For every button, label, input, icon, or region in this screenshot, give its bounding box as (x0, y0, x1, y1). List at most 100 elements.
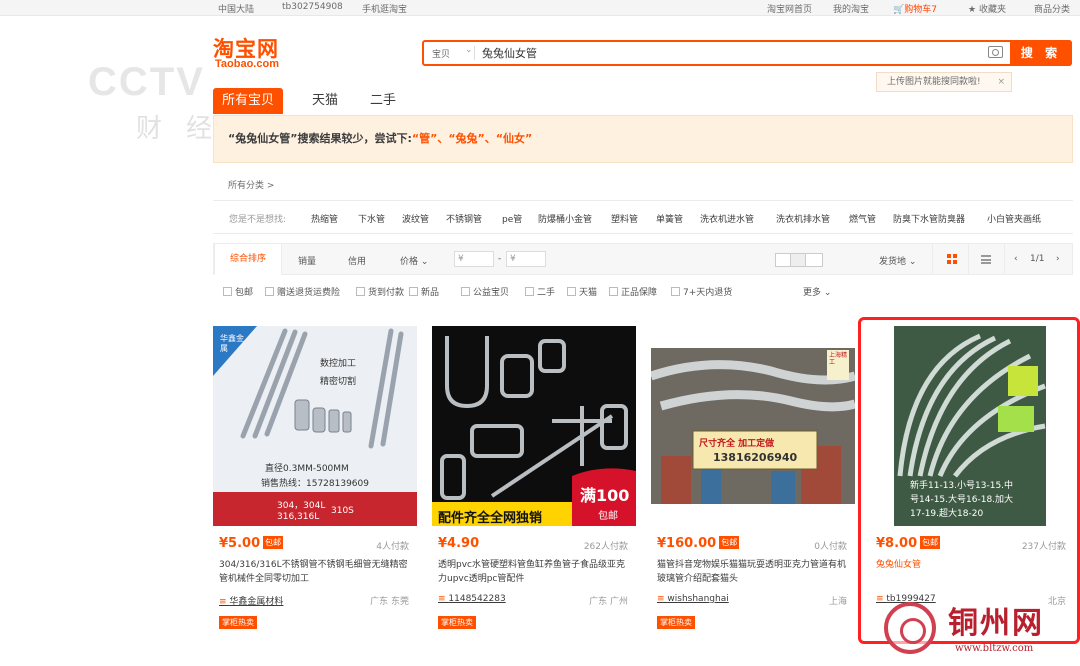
related-keyword[interactable]: 热缩管 (311, 212, 338, 225)
related-keyword[interactable]: 单簧管 (656, 212, 683, 225)
page-indicator: 1/1 (1030, 254, 1045, 264)
cart-link[interactable]: 🛒购物车7 (893, 2, 937, 15)
list-view-icon[interactable] (981, 255, 991, 264)
related-keyword[interactable]: 塑料管 (611, 212, 638, 225)
related-keyword[interactable]: 下水管 (358, 212, 385, 225)
location: 上海 (828, 597, 847, 607)
checkbox[interactable] (265, 287, 274, 296)
filter-charity[interactable]: 公益宝贝 (461, 285, 509, 298)
brand-label: 华鑫金属 (220, 334, 244, 353)
filter-label: 新品 (421, 288, 440, 298)
filter-more[interactable]: 更多 ⌄ (803, 285, 831, 298)
chevron-down-icon: ⌄ (906, 257, 917, 267)
product-title[interactable]: 304/316/316L不锈钢管不锈钢毛细管无缝精密管机械件全同零切加工 (219, 558, 413, 586)
taobao-logo-sub: Taobao.com (215, 58, 279, 70)
search-box: 宝贝 ⌄ (422, 40, 1072, 66)
checkbox[interactable] (609, 287, 618, 296)
filter-free-shipping[interactable]: 包邮 (223, 285, 253, 298)
categories-link[interactable]: 商品分类 (1034, 2, 1070, 15)
filter-7day-return[interactable]: 7+天内退货 (671, 285, 732, 298)
checkbox[interactable] (223, 287, 232, 296)
banner-text: 配件齐全全网独销 (438, 511, 543, 526)
filter-tmall[interactable]: 天猫 (567, 285, 597, 298)
related-keyword[interactable]: 不锈钢管 (446, 212, 482, 225)
taobao-home-link[interactable]: 淘宝网首页 (767, 2, 812, 15)
shop-link[interactable]: 1148542283 (438, 594, 505, 604)
price-min-input[interactable]: ¥ (454, 251, 494, 267)
banner-text: 满100 (580, 486, 630, 505)
sort-sales[interactable]: 销量 (298, 254, 316, 267)
filter-genuine[interactable]: 正品保障 (609, 285, 657, 298)
related-keyword[interactable]: 洗衣机进水管 (700, 212, 754, 225)
hot-seller-tag: 掌柜热卖 (438, 616, 476, 629)
tab-all[interactable]: 所有宝贝 (213, 88, 283, 114)
divider (932, 244, 933, 274)
prev-page-icon[interactable]: ‹ (1014, 254, 1018, 264)
filter-cod[interactable]: 货到付款 (356, 285, 404, 298)
sort-credit[interactable]: 信用 (348, 254, 366, 267)
image-text: 直径0.3MM-500MM (265, 464, 349, 474)
related-keyword[interactable]: 洗衣机排水管 (776, 212, 830, 225)
related-keyword[interactable]: 小白管夹画纸 (987, 212, 1041, 225)
username-link[interactable]: tb302754908 (282, 2, 343, 12)
shop-link[interactable]: 华鑫金属材料 (219, 594, 283, 607)
cart-icon: 🛒 (893, 5, 905, 15)
search-button[interactable]: 搜 索 (1010, 40, 1072, 66)
site-watermark-url: www.bltzw.com (955, 643, 1034, 654)
price-max-input[interactable]: ¥ (506, 251, 546, 267)
product-image[interactable]: 配件齐全全网独销 满100 包邮 (432, 326, 636, 526)
checkbox[interactable] (356, 287, 365, 296)
search-divider (474, 46, 475, 60)
related-keyword[interactable]: 波纹管 (402, 212, 429, 225)
related-keyword[interactable]: 燃气管 (849, 212, 876, 225)
sort-default[interactable]: 综合排序 (214, 243, 282, 275)
checkbox[interactable] (461, 287, 470, 296)
sort-price[interactable]: 价格 ⌄ (400, 254, 428, 267)
my-taobao-link[interactable]: 我的淘宝 (833, 2, 869, 15)
close-icon[interactable]: × (997, 73, 1005, 91)
product-image[interactable]: 华鑫金属 数控加工 精密切割 直径0.3MM-500MM 销售热线：157281… (213, 326, 417, 526)
product-card[interactable]: 华鑫金属 数控加工 精密切割 直径0.3MM-500MM 销售热线：157281… (213, 320, 417, 638)
cart-label: 购物车7 (904, 5, 937, 15)
free-shipping-badge: 包邮 (263, 536, 284, 549)
filter-secondhand[interactable]: 二手 (525, 285, 555, 298)
location: 广东 广州 (589, 597, 628, 607)
sold-count: 0人付款 (814, 542, 847, 552)
favorites-link[interactable]: ★ 收藏夹 (968, 2, 1006, 15)
tab-secondhand[interactable]: 二手 (358, 88, 408, 114)
next-page-icon[interactable]: › (1056, 254, 1060, 264)
checkbox[interactable] (671, 287, 680, 296)
divider (968, 244, 969, 274)
filter-return-insurance[interactable]: 赠送退货运费险 (265, 285, 340, 298)
region-selector[interactable]: 中国大陆 (218, 2, 254, 15)
product-card[interactable]: 尺寸齐全 加工定做 13816206940 上海精工 ¥160.00 包邮 0人付… (651, 320, 855, 638)
mobile-taobao-link[interactable]: 手机逛淘宝 (362, 2, 407, 15)
ship-from-select[interactable]: 发货地 ⌄ (879, 254, 916, 267)
product-title[interactable]: 透明pvc水管硬塑料管鱼缸养鱼管子食品级亚克力upvc透明pc管配件 (438, 558, 632, 586)
tab-tmall[interactable]: 天猫 (300, 88, 350, 114)
grid-view-icon[interactable] (947, 254, 957, 264)
search-scope-select[interactable]: 宝贝 (432, 47, 450, 60)
price-value: ¥4.90 (438, 536, 480, 551)
product-title[interactable]: 猫管抖音宠物娱乐猫猫玩耍透明亚克力管道有机玻璃管介绍配套猫头 (657, 558, 851, 586)
related-keyword[interactable]: 防爆桶小金管 (538, 212, 592, 225)
camera-icon[interactable] (988, 46, 1003, 58)
notice-suggestions[interactable]: “管”、“兔兔”、“仙女” (412, 132, 532, 145)
product-card[interactable]: 配件齐全全网独销 满100 包邮 ¥4.90 262人付款 透明pvc水管硬塑料… (432, 320, 636, 638)
all-categories-link[interactable]: 所有分类 > (228, 178, 274, 191)
free-shipping-badge: 包邮 (719, 536, 740, 549)
image-text: 精密切割 (320, 377, 357, 387)
shop-link[interactable]: wishshanghai (657, 594, 728, 604)
filter-new[interactable]: 新品 (409, 285, 439, 298)
image-text: 数控加工 (320, 359, 357, 369)
checkbox[interactable] (409, 287, 418, 296)
checkbox[interactable] (567, 287, 576, 296)
hot-seller-tag: 掌柜热卖 (219, 616, 257, 629)
search-input[interactable] (482, 45, 982, 61)
banner-text: 包邮 (598, 511, 618, 522)
checkbox[interactable] (525, 287, 534, 296)
related-keyword[interactable]: 防臭下水管防臭器 (893, 212, 965, 225)
product-image[interactable]: 尺寸齐全 加工定做 13816206940 上海精工 (651, 326, 855, 526)
price-slider[interactable] (775, 253, 823, 267)
related-keyword[interactable]: pe管 (502, 212, 522, 225)
